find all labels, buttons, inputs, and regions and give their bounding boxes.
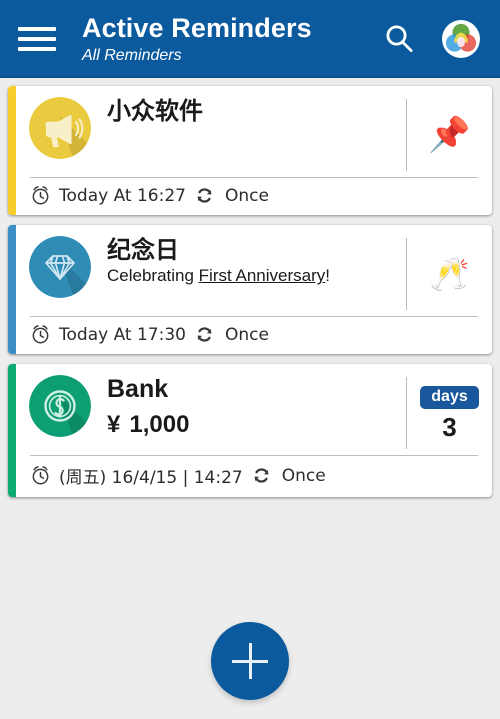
filter-button[interactable] [438, 16, 484, 62]
color-filter-icon [442, 20, 480, 58]
money-coin-icon [29, 375, 91, 437]
reminder-card[interactable]: Bank ¥1,000 days 3 (周五) 16/4/15 | 14:27 … [8, 364, 492, 497]
hamburger-bar [18, 27, 56, 31]
card-content: Bank ¥1,000 days 3 (周五) 16/4/15 | 14:27 … [16, 364, 492, 497]
reminder-amount: ¥1,000 [107, 411, 396, 439]
card-color-stripe [8, 86, 16, 215]
card-top-row: 小众软件 📌 [16, 86, 492, 177]
search-button[interactable] [376, 16, 422, 62]
search-icon [386, 25, 413, 53]
reminder-list: 小众软件 📌 Today At 16:27 Once 纪念日 Celebrati… [0, 78, 500, 497]
reminder-title: 纪念日 [107, 236, 179, 264]
card-content: 小众软件 📌 Today At 16:27 Once [16, 86, 492, 215]
reminder-repeat: Once [224, 185, 269, 206]
card-text-block: Bank ¥1,000 [91, 375, 406, 439]
card-text-block: 小众软件 [91, 97, 406, 125]
page-title: Active Reminders [82, 12, 312, 43]
repeat-icon [194, 185, 215, 206]
reminder-repeat: Once [224, 324, 269, 345]
app-bar-titles: Active Reminders All Reminders [82, 12, 376, 64]
repeat-icon [251, 465, 272, 486]
currency-symbol: ¥ [107, 410, 121, 438]
card-top-row: 纪念日 Celebrating First Anniversary! 🥂 [16, 225, 492, 316]
days-count: 3 [442, 412, 457, 443]
page-subtitle: All Reminders [82, 46, 182, 64]
reminder-repeat: Once [281, 465, 326, 486]
diamond-icon [29, 236, 91, 298]
hamburger-bar [18, 47, 56, 51]
amount-value: 1,000 [129, 410, 190, 438]
megaphone-icon [29, 97, 91, 159]
reminder-subtitle: Celebrating First Anniversary! [107, 265, 396, 288]
card-footer-row: Today At 17:30 Once [16, 317, 492, 354]
reminder-card[interactable]: 纪念日 Celebrating First Anniversary! 🥂 Tod… [8, 225, 492, 354]
subtitle-prefix: Celebrating [107, 266, 199, 286]
alarm-clock-icon [30, 324, 51, 345]
card-top-row: Bank ¥1,000 days 3 [16, 364, 492, 455]
card-footer-row: (周五) 16/4/15 | 14:27 Once [16, 456, 492, 497]
card-footer-row: Today At 16:27 Once [16, 178, 492, 215]
add-reminder-fab[interactable] [211, 622, 289, 700]
subtitle-suffix: ! [325, 266, 330, 286]
hamburger-menu-icon[interactable] [18, 24, 56, 54]
card-text-block: 纪念日 Celebrating First Anniversary! [91, 236, 406, 288]
reminder-datetime: (周五) 16/4/15 | 14:27 [59, 468, 243, 488]
clinking-glasses-emoji: 🥂 [429, 256, 470, 292]
app-bar: Active Reminders All Reminders [0, 0, 500, 78]
reminder-card[interactable]: 小众软件 📌 Today At 16:27 Once [8, 86, 492, 215]
card-color-stripe [8, 364, 16, 497]
card-content: 纪念日 Celebrating First Anniversary! 🥂 Tod… [16, 225, 492, 354]
card-side-indicator: days 3 [406, 377, 492, 449]
card-side-indicator: 📌 [406, 99, 492, 171]
plus-icon [248, 643, 252, 679]
alarm-clock-icon [30, 185, 51, 206]
alarm-clock-icon [30, 465, 51, 486]
subtitle-link: First Anniversary [198, 266, 326, 286]
reminder-datetime: Today At 16:27 [59, 185, 186, 206]
days-badge: days [420, 385, 479, 410]
reminder-datetime: Today At 17:30 [59, 324, 186, 345]
card-side-indicator: 🥂 [406, 238, 492, 310]
reminder-title: 小众软件 [107, 97, 203, 125]
reminder-title: Bank [107, 375, 169, 403]
pushpin-emoji: 📌 [428, 116, 471, 154]
card-color-stripe [8, 225, 16, 354]
repeat-icon [194, 324, 215, 345]
hamburger-bar [18, 37, 56, 41]
